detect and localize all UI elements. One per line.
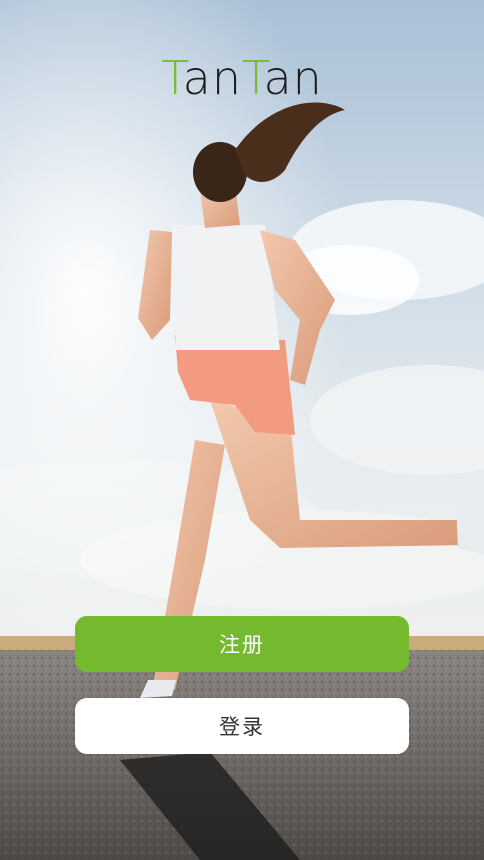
- welcome-screen: TanTan 注册 登录: [0, 0, 484, 860]
- login-button-label: 登录: [219, 715, 265, 739]
- login-button[interactable]: 登录: [75, 698, 409, 754]
- logo-letter-t1: T: [161, 51, 183, 105]
- register-button-label: 注册: [219, 633, 265, 657]
- app-logo: TanTan: [0, 52, 484, 104]
- logo-text-an2: an: [263, 51, 323, 105]
- logo-letter-t2: T: [242, 51, 264, 105]
- register-button[interactable]: 注册: [75, 616, 409, 672]
- logo-text-an1: an: [182, 51, 242, 105]
